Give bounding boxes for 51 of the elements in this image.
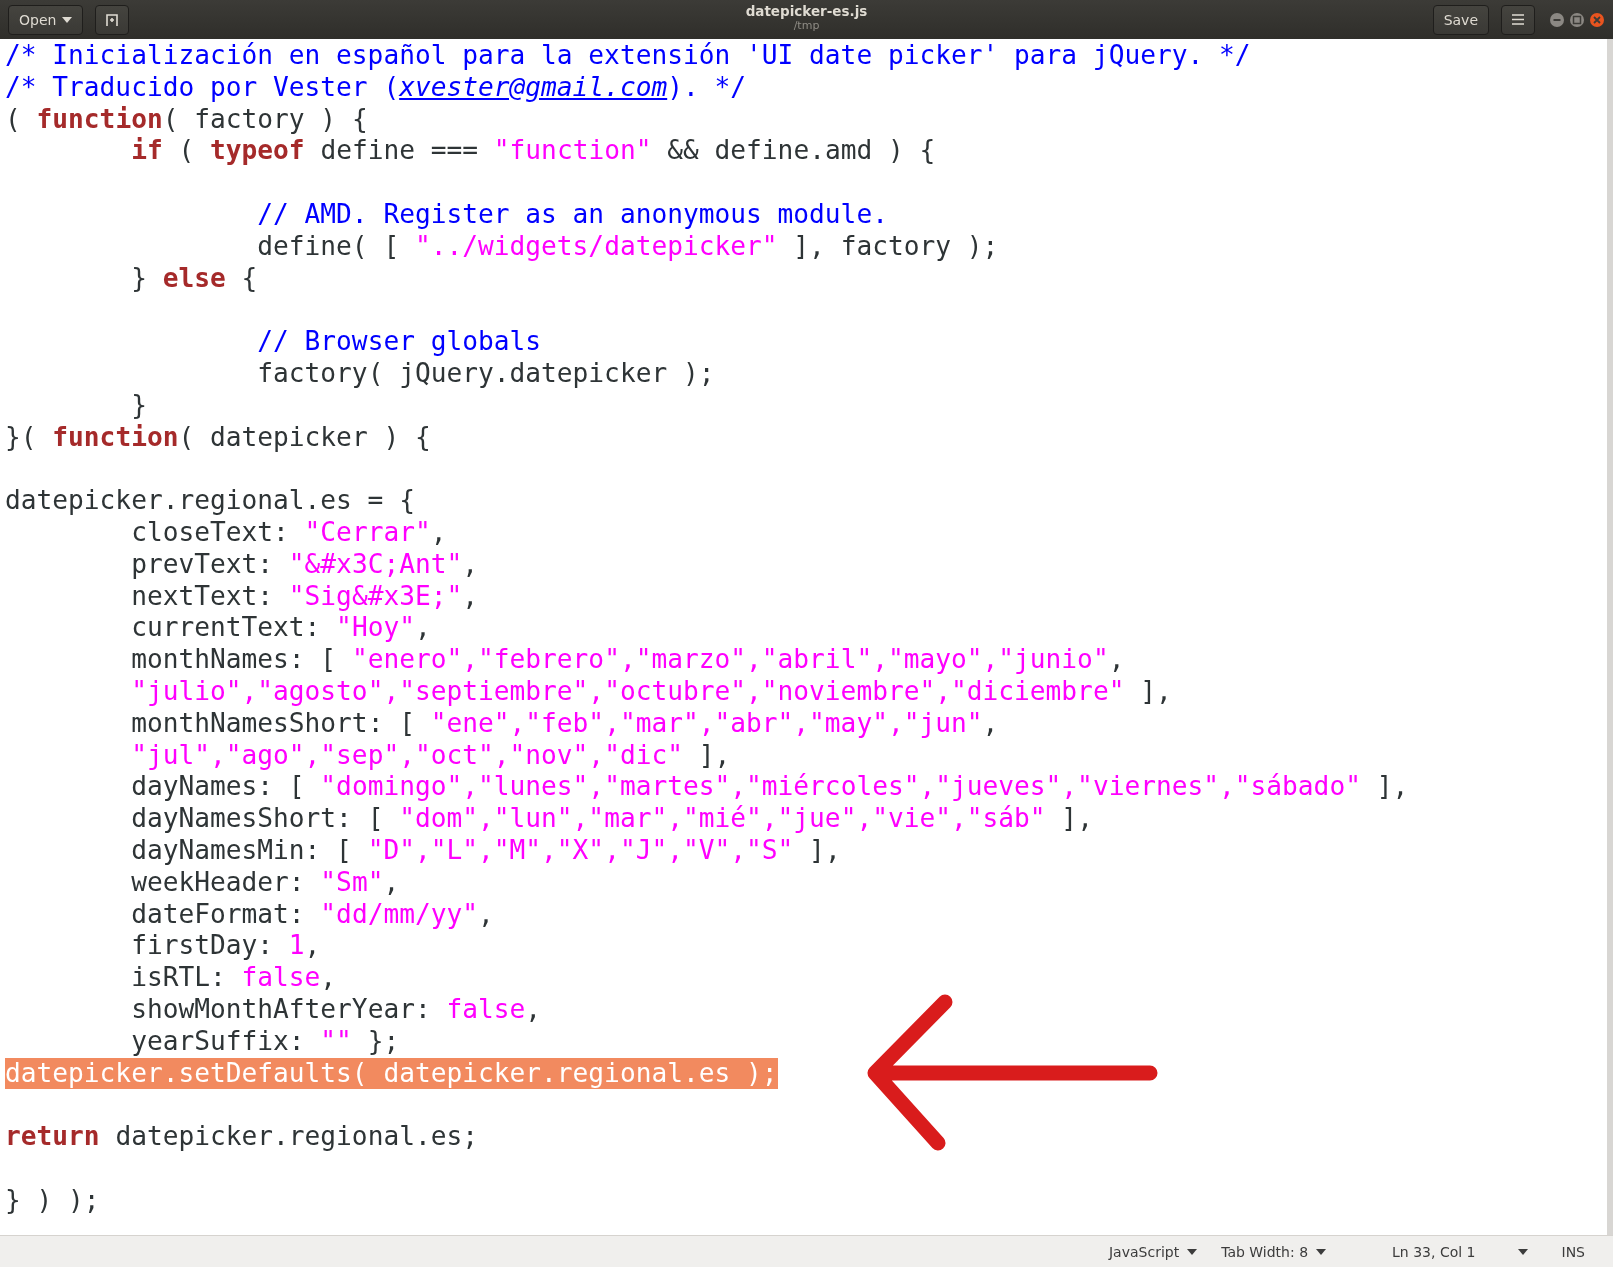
code-line: weekHeader: "Sm",: [130, 866, 400, 899]
code-line: monthNames: [ "enero","febrero","marzo","abril","mayo","junio",: [130, 644, 1125, 676]
code-line: // AMD. Register as an anonymous module.: [256, 199, 888, 231]
minimize-icon[interactable]: [1549, 11, 1565, 28]
code-line: datepicker.regional.es = {: [5, 485, 415, 517]
code-line: define( [ "../widgets/datepicker" ], factory );: [256, 230, 999, 263]
caret-icon: [1316, 1248, 1327, 1255]
code-line: "julio","agosto","septiembre","octubre","noviembre","diciembre" ],: [130, 675, 1172, 708]
code-line: isRTL: false,: [130, 962, 337, 994]
code-line: dayNamesShort: [ "dom","lun","mar","mié","jue","vie","sáb" ],: [130, 803, 1093, 835]
code-line: yearSuffix: "" };: [130, 1025, 400, 1058]
language-dropdown[interactable]: JavaScript: [1100, 1243, 1206, 1260]
code-line: dateFormat: "dd/mm/yy",: [130, 898, 494, 931]
code-line: closeText: "Cerrar",: [130, 516, 447, 549]
code-line: prevText: "&#x3C;Ant",: [130, 548, 479, 581]
code-line: firstDay: 1,: [130, 930, 321, 963]
code-line: /* Inicialización en español para la extensión 'UI date picker' para jQuery. */: [5, 40, 1251, 72]
window-subtitle: /tmp: [793, 19, 820, 32]
menu-button[interactable]: [1501, 4, 1535, 35]
caret-icon: [62, 16, 73, 23]
code-line: } ) );: [5, 1184, 100, 1217]
code-line: monthNamesShort: [ "ene","feb","mar","abr","may","jun",: [130, 707, 999, 740]
tab-width-dropdown[interactable]: Tab Width: 8: [1213, 1243, 1335, 1260]
menu-icon: [1512, 14, 1524, 25]
email-link[interactable]: xvester@gmail.com: [399, 71, 668, 102]
insert-mode: INS: [1560, 1243, 1586, 1260]
code-line: } else {: [130, 262, 258, 295]
code-line: return datepicker.regional.es;: [5, 1121, 478, 1153]
code-line: showMonthAfterYear: false,: [130, 993, 542, 1026]
code-line: /* Traducido por Vester (xvester@gmail.com). */: [5, 71, 747, 104]
code-line: // Browser globals: [256, 326, 542, 358]
new-tab-button[interactable]: [95, 4, 130, 35]
cursor-position: Ln 33, Col 1: [1391, 1243, 1477, 1260]
close-icon[interactable]: [1589, 11, 1605, 28]
code-line: }( function( datepicker ) {: [5, 421, 431, 454]
open-button[interactable]: Open: [8, 4, 84, 35]
code-line: "jul","ago","sep","oct","nov","dic" ],: [130, 739, 731, 772]
code-line: if ( typeof define === "function" && define.amd ) {: [130, 135, 936, 168]
window-title: datepicker-es.js: [745, 3, 868, 19]
caret-icon: [1517, 1248, 1528, 1255]
new-document-icon: [104, 11, 121, 28]
save-button[interactable]: Save: [1432, 4, 1489, 35]
maximize-icon[interactable]: [1569, 11, 1585, 28]
code-line: dayNames: [ "domingo","lunes","martes","miércoles","jueves","viernes","sábado" ],: [130, 771, 1409, 804]
code-line: ( function( factory ) {: [5, 103, 368, 136]
code-line: dayNamesMin: [ "D","L","M","X","J","V","S" ],: [130, 834, 841, 867]
code-line: factory( jQuery.datepicker );: [256, 357, 715, 390]
code-line: }: [130, 389, 147, 422]
code-line: nextText: "Sig&#x3E;",: [130, 580, 479, 613]
code-line: currentText: "Hoy",: [130, 612, 431, 645]
caret-icon: [1187, 1248, 1198, 1255]
